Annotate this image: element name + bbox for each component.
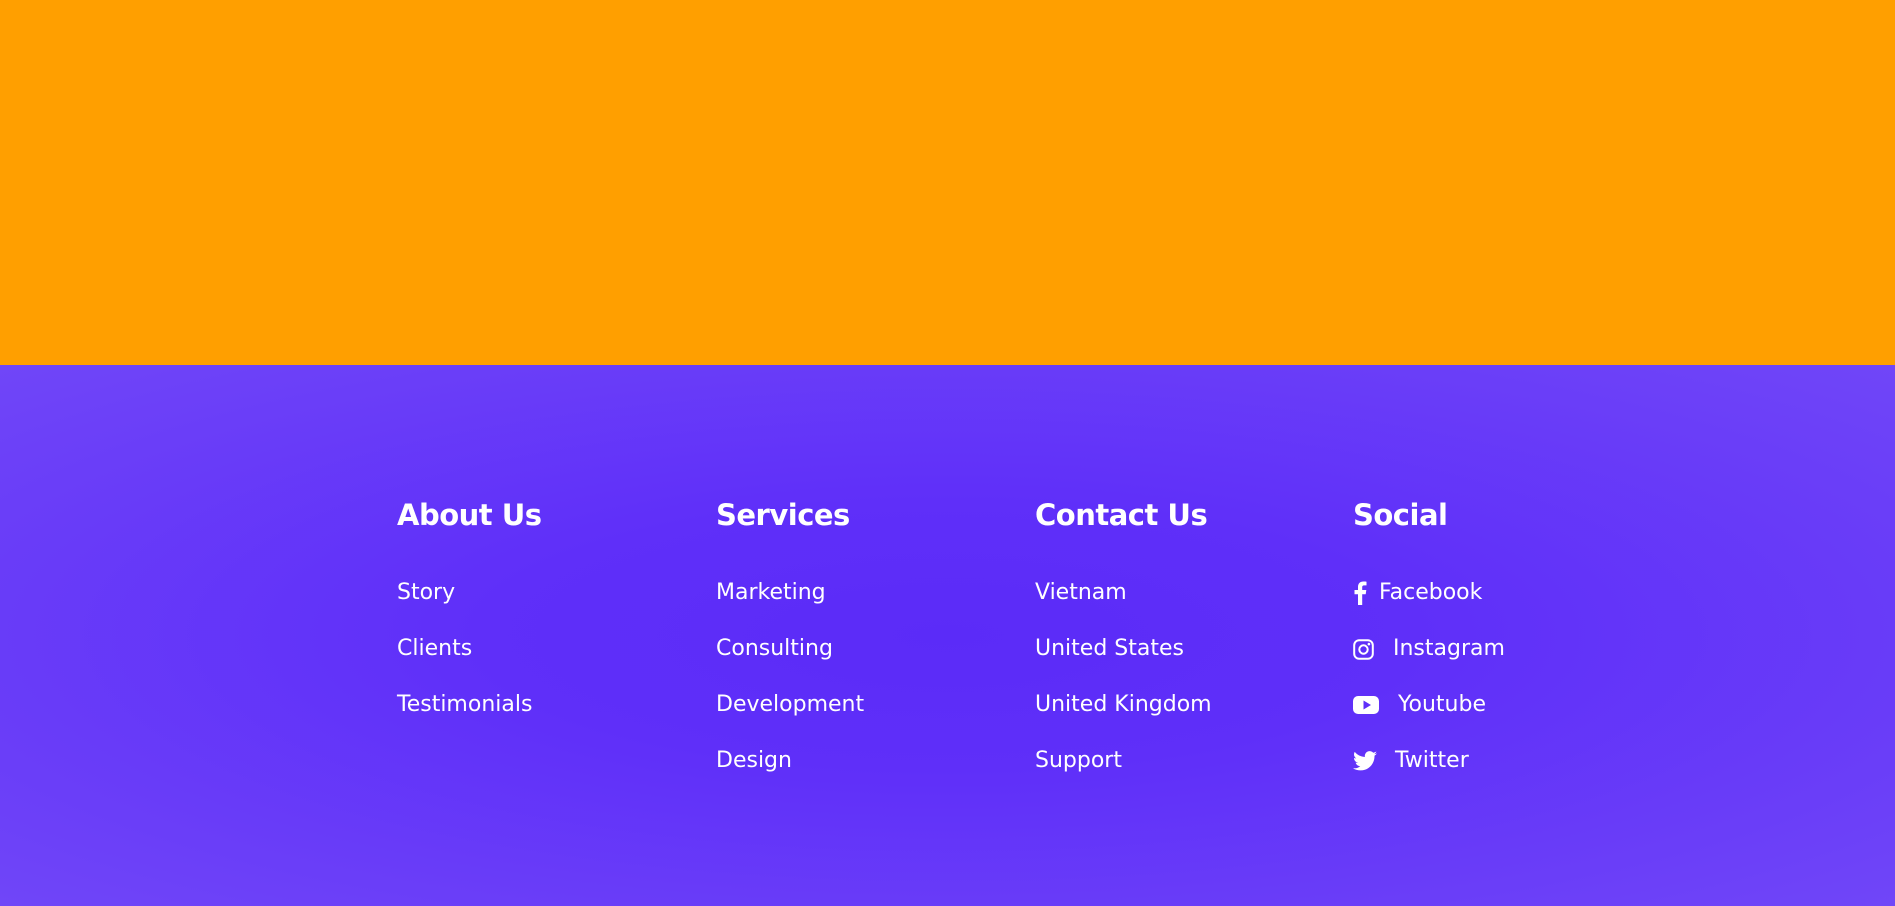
list-item: Vietnam [1035,565,1355,621]
footer-link-development[interactable]: Development [716,677,864,733]
list-item: United States [1035,621,1355,677]
footer-link-united-kingdom[interactable]: United Kingdom [1035,677,1212,733]
footer-heading-contact: Contact Us [1035,498,1208,532]
list-item: Clients [397,621,717,677]
footer-link-youtube[interactable]: Youtube [1353,677,1486,733]
footer-link-united-states[interactable]: United States [1035,621,1184,677]
list-item: Marketing [716,565,1036,621]
footer-column-social: Social Facebook Instagram Youtube Twitte… [1353,495,1505,773]
footer-link-label: Twitter [1395,748,1469,773]
list-item: Consulting [716,621,1036,677]
list-item: Instagram [1353,621,1673,677]
footer-link-marketing[interactable]: Marketing [716,565,826,621]
footer-link-instagram[interactable]: Instagram [1353,621,1505,677]
footer-link-facebook[interactable]: Facebook [1353,565,1482,621]
list-item: Facebook [1353,565,1673,621]
footer-link-vietnam[interactable]: Vietnam [1035,565,1127,621]
site-footer: About Us Story Clients Testimonials Serv… [0,365,1895,906]
youtube-icon [1353,695,1379,715]
footer-links-contact: Vietnam United States United Kingdom Sup… [1035,565,1355,789]
list-item: Story [397,565,717,621]
footer-column-services: Services Marketing Consulting Developmen… [716,495,864,773]
footer-link-twitter[interactable]: Twitter [1353,733,1469,789]
footer-link-testimonials[interactable]: Testimonials [397,677,532,733]
footer-heading-social: Social [1353,498,1448,532]
footer-link-support[interactable]: Support [1035,733,1122,789]
list-item: Support [1035,733,1355,789]
list-item: Youtube [1353,677,1673,733]
list-item: Design [716,733,1036,789]
footer-links-about: Story Clients Testimonials [397,565,717,733]
footer-heading-services: Services [716,498,850,532]
hero-banner [0,0,1895,365]
footer-links-services: Marketing Consulting Development Design [716,565,1036,789]
footer-link-label: Youtube [1398,692,1486,717]
list-item: Twitter [1353,733,1673,789]
footer-link-label: Instagram [1393,636,1505,661]
instagram-icon [1353,638,1374,660]
footer-link-design[interactable]: Design [716,733,792,789]
footer-heading-about: About Us [397,498,542,532]
list-item: United Kingdom [1035,677,1355,733]
twitter-icon [1353,751,1377,771]
footer-links-social: Facebook Instagram Youtube Twitter [1353,565,1673,789]
footer-link-story[interactable]: Story [397,565,455,621]
facebook-icon [1353,581,1367,605]
footer-column-about: About Us Story Clients Testimonials [397,495,542,717]
footer-link-label: Facebook [1379,580,1483,605]
footer-column-contact: Contact Us Vietnam United States United … [1035,495,1212,773]
footer-link-clients[interactable]: Clients [397,621,472,677]
list-item: Testimonials [397,677,717,733]
footer-link-consulting[interactable]: Consulting [716,621,833,677]
list-item: Development [716,677,1036,733]
